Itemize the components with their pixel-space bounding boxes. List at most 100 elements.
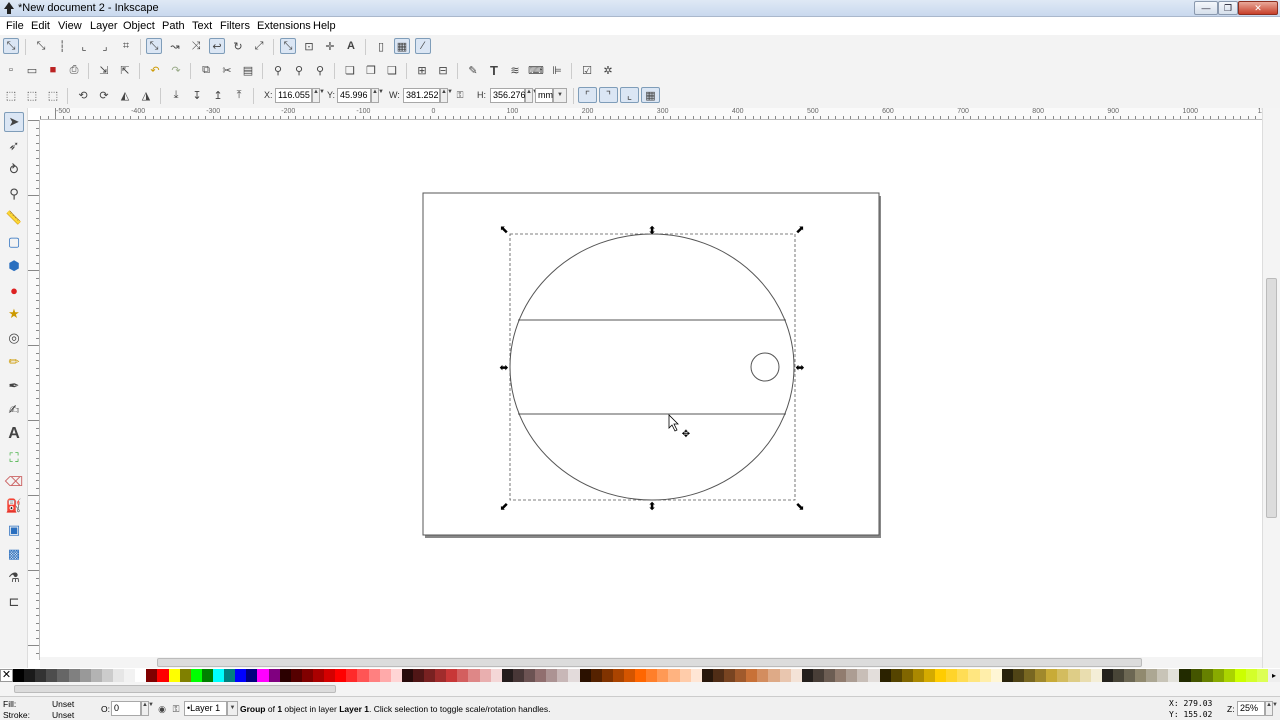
save-document-icon[interactable]: ■ (45, 62, 61, 78)
palette-swatch[interactable] (135, 669, 147, 682)
handle-ne-icon[interactable]: ⬈ (795, 223, 804, 236)
palette-swatch[interactable] (1246, 669, 1258, 682)
duplicate-icon[interactable]: ❏ (342, 62, 358, 78)
palette-swatch[interactable] (657, 669, 669, 682)
menu-view[interactable]: View (58, 20, 82, 32)
vertical-scrollbar[interactable] (1262, 108, 1280, 668)
snap-guides-icon[interactable]: ⁄ (415, 38, 431, 54)
fill-value[interactable]: Unset (52, 699, 74, 709)
palette-swatch[interactable] (501, 669, 513, 682)
snap-smooth-nodes-icon[interactable]: ↻ (230, 38, 246, 54)
connector-tool-icon[interactable]: ⊏ (4, 592, 24, 612)
palette-swatch[interactable] (557, 669, 569, 682)
mesh-tool-icon[interactable]: ▩ (4, 544, 24, 564)
menu-edit[interactable]: Edit (31, 20, 50, 32)
palette-swatch[interactable] (412, 669, 425, 682)
palette-swatch[interactable] (712, 669, 724, 682)
palette-swatch[interactable] (357, 669, 369, 682)
palette-swatch[interactable] (268, 669, 280, 682)
palette-swatch[interactable] (1146, 669, 1158, 682)
snap-line-midpoints-icon[interactable]: ⤢ (251, 38, 267, 54)
palette-swatch[interactable] (1201, 669, 1213, 682)
palette-swatch[interactable] (201, 669, 213, 682)
spiral-tool-icon[interactable]: ◎ (4, 328, 24, 348)
palette-swatch[interactable] (324, 669, 336, 682)
palette-swatch[interactable] (24, 669, 36, 682)
pen-tool-icon[interactable]: ✒ (4, 376, 24, 396)
paste-icon[interactable]: ▤ (240, 62, 256, 78)
palette-swatch[interactable] (1035, 669, 1047, 682)
palette-swatch[interactable] (79, 669, 91, 682)
palette-swatch[interactable] (835, 669, 847, 682)
palette-swatch[interactable] (768, 669, 780, 682)
palette-swatch[interactable] (290, 669, 302, 682)
palette-swatch[interactable] (646, 669, 658, 682)
palette-swatch[interactable] (1057, 669, 1069, 682)
redo-icon[interactable]: ↷ (168, 62, 184, 78)
snap-others-icon[interactable]: ⤡ (280, 38, 296, 54)
calligraphy-tool-icon[interactable]: ✍ (4, 400, 24, 420)
palette-swatch[interactable] (668, 669, 680, 682)
palette-swatch[interactable] (968, 669, 980, 682)
menu-layer[interactable]: Layer (90, 20, 118, 32)
palette-swatch[interactable] (435, 669, 447, 682)
palette-swatch[interactable] (990, 669, 1002, 682)
flip-vertical-icon[interactable]: ◮ (138, 87, 154, 103)
deselect-icon[interactable]: ⬚ (45, 87, 61, 103)
palette-swatch[interactable] (246, 669, 258, 682)
xml-editor-icon[interactable]: ⌨ (528, 62, 544, 78)
fill-stroke-icon[interactable]: ✎ (465, 62, 481, 78)
minimize-button[interactable]: — (1194, 1, 1218, 15)
snap-grids-icon[interactable]: ▦ (394, 38, 410, 54)
palette-swatch[interactable] (957, 669, 969, 682)
menu-file[interactable]: File (6, 20, 24, 32)
handle-se-icon[interactable]: ⬊ (795, 500, 804, 513)
palette-swatch[interactable] (279, 669, 291, 682)
menu-filters[interactable]: Filters (220, 20, 250, 32)
horizontal-scrollbar[interactable] (40, 657, 1262, 668)
palette-swatch[interactable] (946, 669, 958, 682)
snap-cusp-nodes-icon[interactable]: ↩ (209, 38, 225, 54)
document-properties-icon[interactable]: ☑ (579, 62, 595, 78)
snap-rotation-center-icon[interactable]: ✛ (322, 38, 338, 54)
align-distribute-icon[interactable]: ⊫ (549, 62, 565, 78)
new-document-icon[interactable]: ▫ (3, 62, 19, 78)
palette-swatch[interactable] (879, 669, 891, 682)
palette-swatch[interactable] (490, 669, 502, 682)
close-button[interactable]: ✕ (1238, 1, 1278, 15)
menu-path[interactable]: Path (162, 20, 185, 32)
snap-bbox-center-icon[interactable]: ⌗ (118, 38, 134, 54)
pencil-tool-icon[interactable]: ✏ (4, 352, 24, 372)
ungroup-icon[interactable]: ⊟ (435, 62, 451, 78)
preferences-icon[interactable]: ✲ (600, 62, 616, 78)
palette-swatch[interactable] (101, 669, 113, 682)
snap-bbox-corner-icon[interactable]: ⌞ (76, 38, 92, 54)
palette-scrollbar[interactable] (0, 682, 1280, 696)
palette-swatch[interactable] (90, 669, 102, 682)
palette-swatch[interactable] (779, 669, 791, 682)
y-spinner[interactable]: ▲▼ (371, 88, 384, 103)
print-icon[interactable]: ⎙ (66, 62, 82, 78)
snap-paths-icon[interactable]: ↝ (167, 38, 183, 54)
w-spinner[interactable]: ▲▼ (440, 88, 453, 103)
opacity-spinner[interactable]: ▲▼ (141, 701, 154, 716)
palette-swatch[interactable] (679, 669, 691, 682)
clone-icon[interactable]: ❐ (363, 62, 379, 78)
palette-swatch[interactable] (457, 669, 469, 682)
palette-swatch[interactable] (390, 669, 402, 682)
palette-swatch[interactable] (690, 669, 702, 682)
palette-menu-icon[interactable]: ▸ (1268, 669, 1280, 682)
palette-swatch[interactable] (368, 669, 380, 682)
palette-swatch[interactable] (890, 669, 902, 682)
paint-bucket-tool-icon[interactable]: ⛽ (4, 496, 24, 516)
menu-help[interactable]: Help (313, 20, 336, 32)
palette-swatch[interactable] (1123, 669, 1136, 682)
no-paint-swatch[interactable]: ✕ (0, 669, 13, 682)
x-field[interactable]: 116.055 (275, 88, 312, 103)
palette-swatch[interactable] (1168, 669, 1180, 682)
palette-swatch[interactable] (68, 669, 80, 682)
selector-tool-icon[interactable]: ➤ (4, 112, 24, 132)
palette-swatch[interactable] (168, 669, 180, 682)
palette-swatch[interactable] (857, 669, 869, 682)
palette-swatch[interactable] (1190, 669, 1202, 682)
